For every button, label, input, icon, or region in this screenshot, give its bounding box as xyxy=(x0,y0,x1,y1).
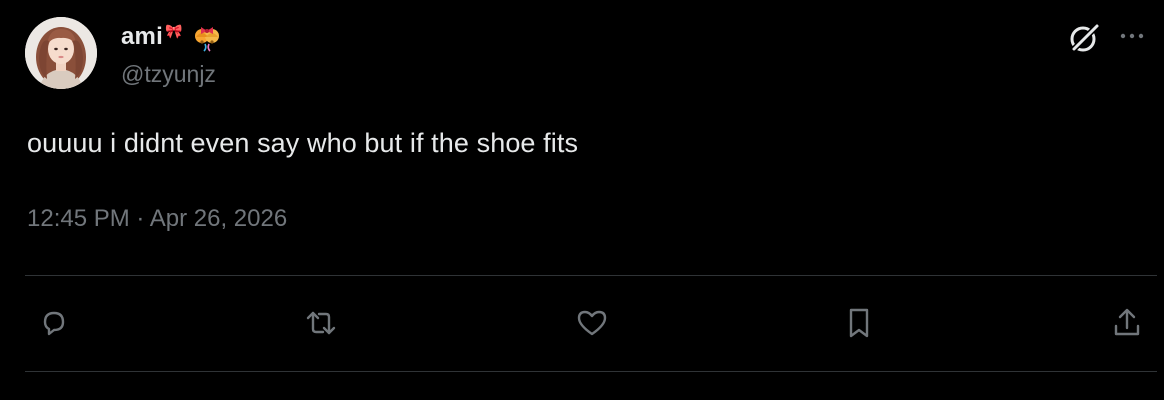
more-icon[interactable] xyxy=(1117,24,1147,48)
tweet-text: ouuuu i didnt even say who but if the sh… xyxy=(27,128,579,158)
bell-emoji-icon xyxy=(195,27,220,52)
like-button[interactable] xyxy=(575,306,609,340)
bookmark-button[interactable] xyxy=(842,306,876,340)
share-button[interactable] xyxy=(1110,306,1144,340)
divider xyxy=(25,371,1157,372)
retweet-icon xyxy=(306,311,336,335)
avatar-image xyxy=(25,17,97,89)
tweet-time[interactable]: 12:45 PM xyxy=(27,205,130,232)
bow-emoji: 🎀 xyxy=(164,22,183,39)
user-handle[interactable]: @tzyunjz xyxy=(121,61,216,88)
grok-icon[interactable] xyxy=(1066,20,1102,56)
meta-separator: · xyxy=(136,205,145,232)
display-name-row[interactable]: ami 🎀 xyxy=(121,20,224,54)
tweet-date[interactable]: Apr 26, 2026 xyxy=(150,205,287,232)
avatar[interactable] xyxy=(25,17,97,89)
tweet-timestamp[interactable]: 12:45 PM · Apr 26, 2026 xyxy=(27,205,287,233)
divider xyxy=(25,275,1157,276)
bookmark-icon xyxy=(849,308,869,338)
retweet-button[interactable] xyxy=(304,306,338,340)
reply-button[interactable] xyxy=(37,306,71,340)
display-name[interactable]: ami xyxy=(121,23,163,51)
like-icon xyxy=(577,310,607,336)
reply-icon xyxy=(43,311,65,336)
tweet-detail: ami 🎀 @tzyunjz ouuuu i didnt even say wh… xyxy=(0,0,1164,400)
share-icon xyxy=(1114,308,1140,336)
